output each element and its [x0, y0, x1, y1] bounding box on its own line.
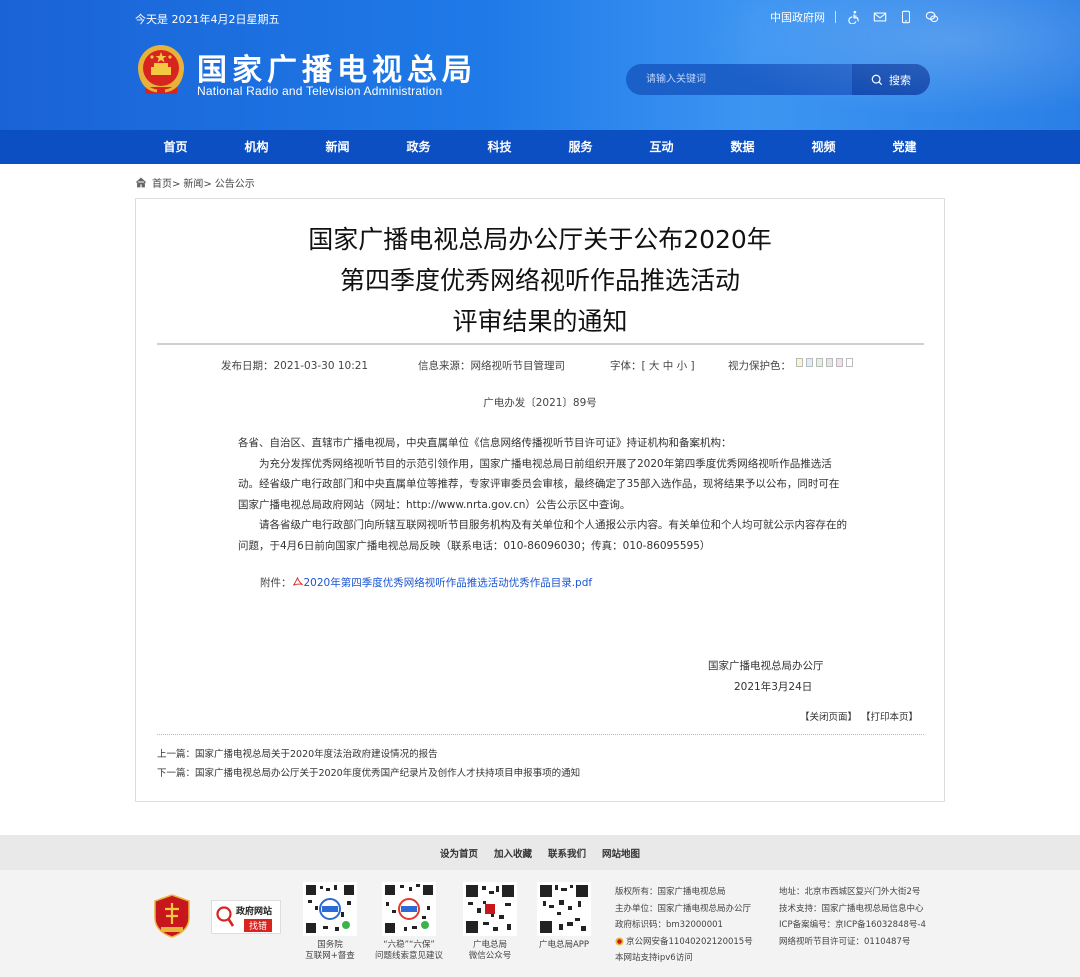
page-actions: 【关闭页面】 【打印本页】	[800, 709, 918, 723]
attachment-link[interactable]: 2020年第四季度优秀网络视听作品推选活动优秀作品目录.pdf	[304, 575, 593, 590]
breadcrumb-announcements[interactable]: 公告公示	[215, 175, 255, 190]
gov-site-error-report-badge[interactable]: 政府网站 找错	[211, 900, 281, 934]
search-icon	[871, 74, 883, 85]
police-record[interactable]: 京公网安备11040202120015号	[615, 934, 753, 951]
qr-code-wechat	[463, 882, 517, 936]
close-page-button[interactable]: 【关闭页面】	[800, 709, 857, 723]
previous-article-link[interactable]: 上一篇：国家广播电视总局关于2020年度法治政府建设情况的报告	[157, 746, 438, 760]
qr-label: 广电总局APP	[538, 940, 590, 950]
nav-video[interactable]: 视频	[783, 130, 864, 164]
copyright: 版权所有：国家广播电视总局	[615, 887, 726, 897]
color-swatch[interactable]	[846, 358, 853, 367]
search-input[interactable]	[626, 64, 852, 95]
accessibility-icon[interactable]	[846, 10, 862, 24]
add-favorites-link[interactable]: 加入收藏	[494, 846, 532, 860]
qr-label: “六稳”“六保” 问题线索意见建议	[374, 940, 443, 961]
nav-home[interactable]: 首页	[135, 130, 216, 164]
site-header: 今天是 2021年4月2日星期五 中国政府网 国家广播电视总局 National	[0, 0, 1080, 130]
gov-identifier: 政府标识码：bm32000001	[615, 920, 723, 930]
today-date: 今天是 2021年4月2日星期五	[135, 13, 280, 26]
badge-gov-line2: 找错	[244, 919, 273, 932]
attachment-label: 附件：	[260, 577, 292, 589]
footer-links: 设为首页 加入收藏 联系我们 网站地图	[0, 835, 1080, 870]
magnifier-icon	[216, 906, 235, 927]
eye-protection-swatches	[796, 358, 853, 367]
attachment: 附件： 2020年第四季度优秀网络视听作品推选活动优秀作品目录.pdf	[260, 575, 592, 590]
top-links: 中国政府网	[770, 9, 940, 25]
breadcrumb-home[interactable]: 首页>	[152, 175, 180, 190]
contact-us-link[interactable]: 联系我们	[548, 846, 586, 860]
signing-date: 2021年3月24日	[734, 681, 813, 693]
address: 地址：北京市西城区复兴门外大街2号	[779, 887, 921, 897]
font-size-control[interactable]: 字体：[ 大 中 小 ]	[610, 358, 695, 373]
main-nav: 首页 机构 新闻 政务 科技 服务 互动 数据 视频 党建	[0, 130, 1080, 164]
footer-info-right: 地址：北京市西城区复兴门外大街2号 技术支持：国家广播电视总局信息中心 ICP备…	[779, 884, 926, 950]
site-name-en: National Radio and Television Administra…	[197, 84, 443, 98]
pdf-icon	[292, 577, 303, 586]
nav-party-building[interactable]: 党建	[864, 130, 945, 164]
article-divider	[157, 734, 924, 735]
eye-protection-label: 视力保护色：	[728, 360, 791, 372]
breadcrumb-news[interactable]: 新闻>	[183, 175, 211, 190]
police-badge-icon	[615, 937, 624, 946]
gov-site-link[interactable]: 中国政府网	[770, 9, 825, 25]
mail-icon[interactable]	[872, 10, 888, 24]
site-name-cn: 国家广播电视总局	[197, 53, 477, 88]
party-government-badge[interactable]	[153, 894, 191, 938]
article-title: 国家广播电视总局办公厅关于公布2020年 第四季度优秀网络视听作品推选活动 评审…	[136, 219, 944, 342]
sitemap-link[interactable]: 网站地图	[602, 846, 640, 860]
info-source: 信息来源：网络视听节目管理司	[418, 360, 565, 372]
qr-code-app	[537, 882, 591, 936]
national-emblem-logo	[135, 43, 187, 97]
body-paragraph: 各省、自治区、直辖市广播电视局，中央直属单位《信息网络传播视听节目许可证》持证机…	[238, 437, 732, 449]
badge-gov-line1: 政府网站	[236, 907, 273, 917]
article-card: 国家广播电视总局办公厅关于公布2020年 第四季度优秀网络视听作品推选活动 评审…	[135, 198, 945, 802]
color-swatch[interactable]	[796, 358, 803, 367]
qr-code-feedback	[382, 882, 436, 936]
set-homepage-link[interactable]: 设为首页	[440, 846, 478, 860]
next-article-link[interactable]: 下一篇：国家广播电视总局办公厅关于2020年度优秀国产纪录片及创作人才扶持项目申…	[157, 765, 580, 779]
divider	[835, 11, 836, 23]
qr-label: 国务院 互联网+督查	[305, 940, 355, 961]
nav-news[interactable]: 新闻	[297, 130, 378, 164]
article-body: 各省、自治区、直辖市广播电视局，中央直属单位《信息网络传播视听节目许可证》持证机…	[238, 433, 848, 556]
breadcrumb: 首页> 新闻> 公告公示	[135, 175, 255, 190]
av-license: 网络视听节目许可证：0110487号	[779, 936, 911, 947]
color-swatch[interactable]	[826, 358, 833, 367]
mobile-icon[interactable]	[898, 10, 914, 24]
search-button[interactable]: 搜索	[852, 64, 930, 95]
qr-code-supervision	[303, 882, 357, 936]
nav-services[interactable]: 服务	[540, 130, 621, 164]
wechat-icon[interactable]	[924, 10, 940, 24]
technical-support: 技术支持：国家广播电视总局信息中心	[779, 903, 924, 914]
host-organization: 主办单位：国家广播电视总局办公厅	[615, 903, 752, 914]
title-divider	[157, 343, 924, 345]
nav-technology[interactable]: 科技	[459, 130, 540, 164]
signing-organization: 国家广播电视总局办公厅	[708, 660, 824, 672]
color-swatch[interactable]	[806, 358, 813, 367]
home-icon	[135, 177, 147, 188]
color-swatch[interactable]	[836, 358, 843, 367]
article-title-line: 第四季度优秀网络视听作品推选活动	[339, 266, 740, 295]
search-box: 搜索	[626, 64, 930, 95]
icp-record[interactable]: ICP备案编号：京ICP备16032848号-4	[779, 917, 926, 934]
body-paragraph: 为充分发挥优秀网络视听节目的示范引领作用，国家广播电视总局日前组织开展了2020…	[238, 457, 840, 511]
print-page-button[interactable]: 【打印本页】	[861, 709, 918, 723]
ipv6-support: 本网站支持ipv6访问	[615, 953, 693, 963]
publish-date: 发布日期：2021-03-30 10:21	[221, 360, 369, 372]
nav-government-affairs[interactable]: 政务	[378, 130, 459, 164]
qr-label: 广电总局 微信公众号	[468, 940, 512, 961]
site-footer: 政府网站 找错 国务院 互联网+督查 “六稳”“六保” 问题线索意见建议 广电总…	[0, 870, 1080, 977]
nav-data[interactable]: 数据	[702, 130, 783, 164]
article-title-line: 国家广播电视总局办公厅关于公布2020年	[308, 225, 772, 254]
article-title-line: 评审结果的通知	[452, 307, 628, 336]
color-swatch[interactable]	[816, 358, 823, 367]
nav-interaction[interactable]: 互动	[621, 130, 702, 164]
search-button-label: 搜索	[889, 73, 911, 87]
nav-organization[interactable]: 机构	[216, 130, 297, 164]
footer-info-left: 版权所有：国家广播电视总局 主办单位：国家广播电视总局办公厅 政府标识码：bm3…	[615, 884, 753, 967]
body-paragraph: 请各省级广电行政部门向所辖互联网视听节目服务机构及有关单位和个人通报公示内容。有…	[238, 519, 847, 552]
document-number: 广电办发〔2021〕89号	[483, 397, 597, 409]
